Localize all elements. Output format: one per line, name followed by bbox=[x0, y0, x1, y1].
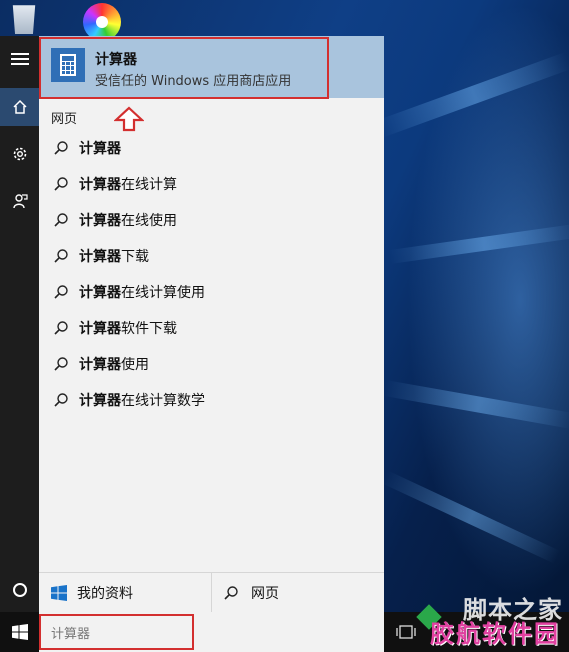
search-scope-bar: 我的资料 网页 bbox=[39, 572, 384, 613]
suggestion-item[interactable]: 计算器 使用 bbox=[39, 346, 384, 382]
best-match-subtitle: 受信任的 Windows 应用商店应用 bbox=[95, 74, 292, 89]
task-view-icon[interactable] bbox=[396, 625, 416, 639]
suggestion-item[interactable]: 计算器 在线使用 bbox=[39, 202, 384, 238]
suggestion-item[interactable]: 计算器 下载 bbox=[39, 238, 384, 274]
web-suggestion-list: 计算器 计算器 在线计算 计算器 在线使用 计算器 下载 计算器 在线计算使用 计算器软… bbox=[39, 130, 384, 418]
magnifier-icon bbox=[51, 138, 71, 158]
best-match-title: 计算器 bbox=[95, 52, 137, 68]
suggestion-item[interactable]: 计算器 在线计算使用 bbox=[39, 274, 384, 310]
feedback-icon[interactable] bbox=[0, 182, 39, 220]
suggestion-item[interactable]: 计算器 bbox=[39, 130, 384, 166]
magnifier-icon bbox=[51, 282, 71, 302]
suggestion-query: 计算器 bbox=[79, 141, 121, 157]
magnifier-icon bbox=[51, 174, 71, 194]
suggestion-rest: 在线计算数学 bbox=[121, 393, 205, 409]
magnifier-icon bbox=[51, 246, 71, 266]
suggestion-rest: 在线使用 bbox=[121, 213, 177, 229]
suggestion-query: 计算器 bbox=[79, 393, 121, 409]
section-label-web: 网页 bbox=[51, 112, 78, 127]
magnifier-icon bbox=[223, 585, 239, 601]
search-results-panel: 计算器 受信任的 Windows 应用商店应用 网页 计算器 计算器 在线计算 计… bbox=[39, 36, 384, 613]
magnifier-icon bbox=[51, 354, 71, 374]
start-button[interactable] bbox=[0, 612, 39, 652]
calculator-app-icon bbox=[51, 48, 85, 82]
suggestion-rest: 软件下载 bbox=[121, 321, 177, 337]
suggestion-item[interactable]: 计算器 在线计算 bbox=[39, 166, 384, 202]
scope-divider bbox=[211, 573, 212, 613]
suggestion-item[interactable]: 计算器 软件下载 bbox=[39, 310, 384, 346]
red-up-arrow-annotation bbox=[114, 106, 144, 132]
start-left-rail bbox=[0, 36, 39, 612]
suggestion-rest: 使用 bbox=[121, 357, 149, 373]
suggestion-query: 计算器 bbox=[79, 177, 121, 193]
my-stuff-button[interactable]: 我的资料 bbox=[51, 573, 211, 613]
suggestion-query: 计算器 bbox=[79, 249, 121, 265]
suggestion-rest: 下载 bbox=[121, 249, 149, 265]
hamburger-icon[interactable] bbox=[0, 40, 39, 78]
web-scope-button[interactable]: 网页 bbox=[223, 573, 373, 613]
gear-icon[interactable] bbox=[0, 135, 39, 173]
suggestion-query: 计算器 bbox=[79, 285, 121, 301]
suggestion-rest: 在线计算 bbox=[121, 177, 177, 193]
suggestion-rest: 在线计算使用 bbox=[121, 285, 205, 301]
suggestion-query: 计算器 bbox=[79, 213, 121, 229]
cortana-circle-icon[interactable] bbox=[0, 571, 39, 609]
suggestion-query: 计算器 bbox=[79, 321, 121, 337]
magnifier-icon bbox=[51, 318, 71, 338]
home-icon[interactable] bbox=[0, 88, 39, 126]
watermark-brand: 胶航软件园 bbox=[430, 620, 560, 648]
windows-logo-icon bbox=[51, 585, 67, 601]
search-query-text: 计算器 bbox=[51, 626, 91, 642]
best-match-result[interactable]: 计算器 受信任的 Windows 应用商店应用 bbox=[39, 36, 384, 98]
web-scope-label: 网页 bbox=[251, 586, 279, 602]
magnifier-icon bbox=[51, 210, 71, 230]
suggestion-item[interactable]: 计算器 在线计算数学 bbox=[39, 382, 384, 418]
taskbar-search-input[interactable]: 计算器 bbox=[39, 612, 384, 652]
suggestion-query: 计算器 bbox=[79, 357, 121, 373]
my-stuff-label: 我的资料 bbox=[77, 586, 133, 602]
windows-logo-icon bbox=[11, 624, 28, 640]
magnifier-icon bbox=[51, 390, 71, 410]
